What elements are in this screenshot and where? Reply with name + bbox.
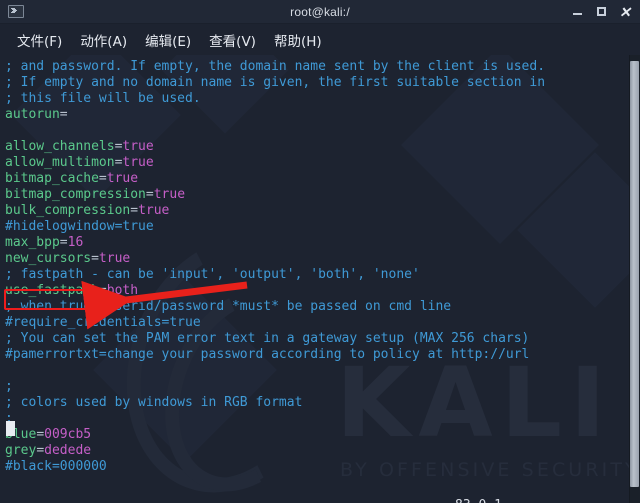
terminal-line: ; <box>5 379 640 395</box>
minimize-button[interactable] <box>565 1 589 23</box>
config-value: true <box>122 155 154 170</box>
config-equals: = <box>59 235 68 250</box>
config-key: bitmap_compression <box>5 187 146 202</box>
terminal-line: max_bpp=16 <box>5 235 640 251</box>
maximize-button[interactable] <box>589 1 613 23</box>
config-value: true <box>153 187 186 202</box>
config-key: grey <box>5 443 37 458</box>
menu-actions[interactable]: 动作(A) <box>71 27 136 53</box>
scrollbar[interactable] <box>629 55 640 503</box>
terminal-line: use_fastpath=both <box>5 283 640 299</box>
config-comment: ; this file will be used. <box>5 91 201 106</box>
terminal-line: #require_credentials=true <box>5 315 640 331</box>
terminal-lines: ; and password. If empty, the domain nam… <box>5 59 640 475</box>
window-title: root@kali:/ <box>290 4 350 19</box>
terminal-line: bitmap_cache=true <box>5 171 640 187</box>
terminal-line: grey=dedede <box>5 443 640 459</box>
config-comment: ; fastpath - can be 'input', 'output', '… <box>5 267 420 282</box>
config-equals: = <box>145 187 154 202</box>
config-equals: = <box>59 107 68 122</box>
config-comment: ; You can set the PAM error text in a ga… <box>5 331 530 346</box>
config-key: autorun <box>5 107 60 122</box>
config-value: 009cb5 <box>44 427 92 442</box>
terminal-line: blue=009cb5 <box>5 427 640 443</box>
vim-statusline: 83,0-1 31% <box>0 479 640 503</box>
menu-help[interactable]: 帮助(H) <box>265 27 331 53</box>
config-value: true <box>122 139 154 154</box>
config-value: both <box>106 283 139 298</box>
config-comment: ; when true, userid/password *must* be p… <box>5 299 452 314</box>
terminal-line: ; colors used by windows in RGB format <box>5 395 640 411</box>
config-comment: ; <box>5 379 13 394</box>
config-key: use_fastpath <box>5 283 99 298</box>
config-key: allow_channels <box>5 139 115 154</box>
config-comment: #black=000000 <box>5 459 107 474</box>
terminal-line: allow_multimon=true <box>5 155 640 171</box>
window-controls: ✕ <box>565 1 640 23</box>
terminal-line: ; <box>5 411 640 427</box>
menu-file[interactable]: 文件(F) <box>8 27 71 53</box>
cursor-position: 83,0-1 <box>455 497 502 503</box>
terminal-line: ; this file will be used. <box>5 91 640 107</box>
config-comment: #pamerrortxt=change your password accord… <box>5 347 530 362</box>
terminal-icon <box>8 5 24 18</box>
config-equals: = <box>98 171 107 186</box>
terminal-line: ; If empty and no domain name is given, … <box>5 75 640 91</box>
config-key: allow_multimon <box>5 155 115 170</box>
terminal-line: ; when true, userid/password *must* be p… <box>5 299 640 315</box>
config-comment: ; If empty and no domain name is given, … <box>5 75 546 90</box>
close-icon: ✕ <box>619 3 631 20</box>
config-value: dedede <box>44 443 92 458</box>
maximize-icon <box>596 7 606 16</box>
close-button[interactable]: ✕ <box>613 1 637 23</box>
block-cursor <box>6 421 15 436</box>
terminal-line: bulk_compression=true <box>5 203 640 219</box>
terminal-window: root@kali:/ ✕ 文件(F) 动作(A) 编辑(E) 查看(V) 帮助… <box>0 0 640 503</box>
terminal-line: bitmap_compression=true <box>5 187 640 203</box>
minimize-icon <box>572 13 582 15</box>
terminal-line: ; You can set the PAM error text in a ga… <box>5 331 640 347</box>
terminal-line: #pamerrortxt=change your password accord… <box>5 347 640 363</box>
menu-edit[interactable]: 编辑(E) <box>136 27 200 53</box>
config-equals: = <box>91 251 99 266</box>
config-comment: ; colors used by windows in RGB format <box>5 395 303 410</box>
config-comment: ; and password. If empty, the domain nam… <box>5 59 546 74</box>
config-key: new_cursors <box>5 251 92 266</box>
terminal-content[interactable]: KALI BY OFFENSIVE SECURITY ; and passwor… <box>0 55 640 503</box>
terminal-line: allow_channels=true <box>5 139 640 155</box>
terminal-line: ; fastpath - can be 'input', 'output', '… <box>5 267 640 283</box>
scrollbar-thumb[interactable] <box>630 61 639 487</box>
terminal-line: ; and password. If empty, the domain nam… <box>5 59 640 75</box>
config-equals: = <box>36 427 45 442</box>
terminal-line: #black=000000 <box>5 459 640 475</box>
config-comment: #hidelogwindow=true <box>5 219 154 234</box>
terminal-line: new_cursors=true <box>5 251 640 267</box>
config-key: bulk_compression <box>5 203 131 218</box>
config-key: bitmap_cache <box>5 171 99 186</box>
config-value: true <box>138 203 170 218</box>
config-key: max_bpp <box>5 235 60 250</box>
config-value: true <box>98 251 131 266</box>
menubar: 文件(F) 动作(A) 编辑(E) 查看(V) 帮助(H) <box>0 24 640 55</box>
menu-view[interactable]: 查看(V) <box>200 27 265 53</box>
terminal-line: autorun= <box>5 107 640 123</box>
terminal-line: #hidelogwindow=true <box>5 219 640 235</box>
config-value: true <box>106 171 139 186</box>
config-equals: = <box>130 203 139 218</box>
config-equals: = <box>36 443 45 458</box>
config-comment: #require_credentials=true <box>5 315 201 330</box>
config-value: 16 <box>67 235 84 250</box>
config-equals: = <box>98 283 107 298</box>
window-titlebar: root@kali:/ ✕ <box>0 0 640 24</box>
